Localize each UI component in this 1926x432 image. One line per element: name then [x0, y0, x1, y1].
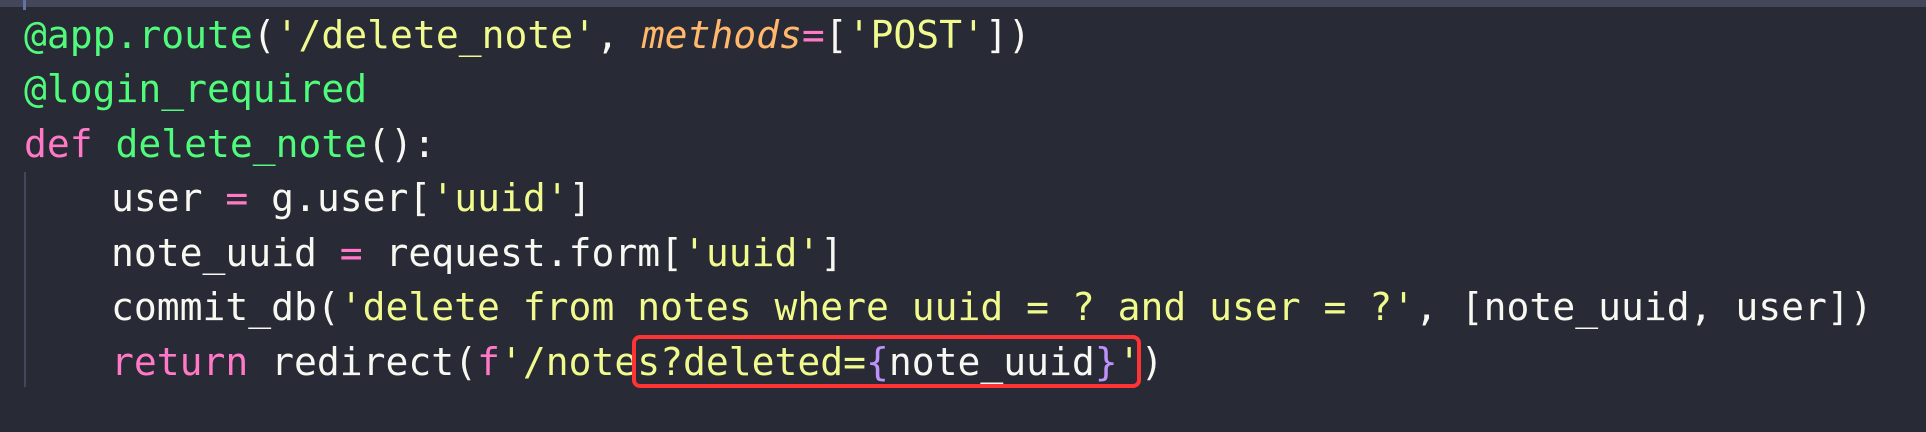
- string-token: 'uuid': [682, 231, 821, 275]
- variable-token: note_uuid: [111, 231, 340, 275]
- editor-top-border: [0, 0, 1926, 7]
- call-token: redirect(: [248, 340, 478, 384]
- paren-token: (: [252, 13, 276, 57]
- variable-token: user: [111, 176, 226, 220]
- code-line-4: user = g.user['uuid']: [24, 171, 591, 225]
- kwarg-token: methods: [641, 13, 802, 57]
- expression-token: , [note_uuid, user]): [1415, 285, 1873, 329]
- string-token: 'POST': [847, 13, 985, 57]
- close-token: ]): [984, 13, 1031, 57]
- keyword-token: def: [24, 122, 93, 166]
- decorator-token: @app.route: [24, 13, 253, 57]
- code-editor: @app.route('/delete_note', methods=['POS…: [0, 0, 1926, 432]
- keyword-token: return: [111, 340, 249, 384]
- code-line-6: commit_db('delete from notes where uuid …: [24, 280, 1873, 334]
- signature-token: ():: [367, 122, 436, 166]
- decorator-token: @login_required: [24, 67, 368, 111]
- code-line-2: @login_required: [24, 62, 367, 116]
- code-line-5: note_uuid = request.form['uuid']: [24, 226, 843, 280]
- fstring-prefix-token: f: [477, 340, 500, 384]
- code-line-3: def delete_note():: [24, 117, 436, 171]
- expression-token: g.user[: [248, 176, 432, 220]
- comma-token: ,: [595, 13, 642, 57]
- operator-token: =: [339, 231, 363, 275]
- operator-token: =: [801, 13, 825, 57]
- operator-token: =: [225, 176, 249, 220]
- expression-token: request.form[: [362, 231, 683, 275]
- call-token: commit_db(: [111, 285, 340, 329]
- close-token: ]: [568, 176, 592, 220]
- function-name-token: delete_note: [115, 122, 368, 166]
- string-token: '/delete_note': [275, 13, 596, 57]
- string-token: 'uuid': [431, 176, 569, 220]
- bracket-token: [: [824, 13, 848, 57]
- code-line-1: @app.route('/delete_note', methods=['POS…: [24, 8, 1031, 62]
- close-token: ): [1140, 340, 1164, 384]
- highlight-annotation-box: [632, 335, 1141, 388]
- close-token: ]: [820, 231, 844, 275]
- sql-string-token: 'delete from notes where uuid = ? and us…: [339, 285, 1416, 329]
